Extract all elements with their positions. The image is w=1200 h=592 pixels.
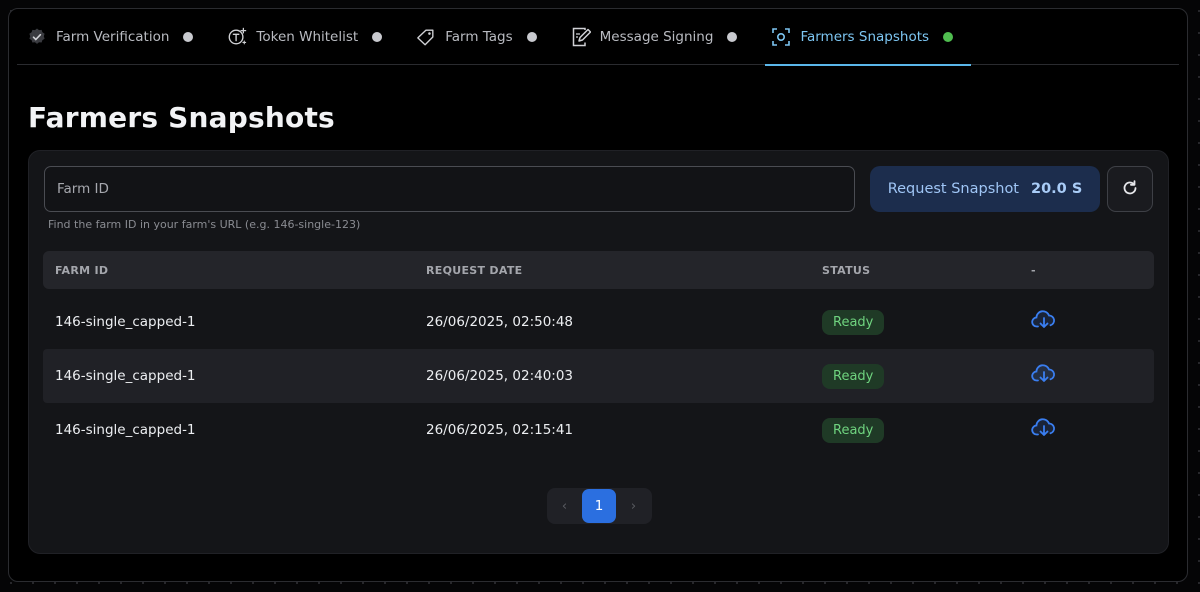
prev-page-button[interactable]: ‹: [547, 488, 582, 524]
status-dot: [526, 31, 537, 42]
tab-farmers-snapshots[interactable]: Farmers Snapshots: [761, 9, 971, 66]
table-row: 146-single_capped-1 26/06/2025, 02:15:41…: [43, 403, 1154, 457]
snapshots-table: FARM ID REQUEST DATE STATUS - 146-single…: [43, 251, 1154, 457]
table-row: 146-single_capped-1 26/06/2025, 02:50:48…: [43, 295, 1154, 349]
tab-token-whitelist[interactable]: Token Whitelist: [217, 9, 392, 65]
page-title: Farmers Snapshots: [28, 101, 335, 134]
status-badge: Ready: [822, 417, 885, 443]
header-status: STATUS: [822, 263, 871, 277]
app-frame: Farm Verification Token Whitelist Farm T…: [8, 8, 1188, 582]
cell-farm-id: 146-single_capped-1: [55, 422, 196, 438]
request-snapshot-label: Request Snapshot: [887, 181, 1019, 197]
refresh-icon: [1121, 179, 1139, 200]
status-dot: [943, 31, 954, 42]
table-row: 146-single_capped-1 26/06/2025, 02:40:03…: [43, 349, 1154, 403]
tab-label: Token Whitelist: [256, 28, 359, 45]
status-dot: [727, 31, 738, 42]
farm-id-input[interactable]: [45, 167, 854, 211]
download-cloud-icon[interactable]: [1031, 417, 1057, 439]
verified-badge-icon: [27, 27, 47, 47]
header-farm-id: FARM ID: [55, 263, 109, 277]
next-page-button[interactable]: ›: [616, 488, 651, 524]
download-cloud-icon[interactable]: [1031, 363, 1057, 385]
tab-label: Farm Tags: [445, 28, 513, 45]
tag-icon: [416, 27, 436, 47]
request-snapshot-button[interactable]: Request Snapshot 20.0 S: [870, 166, 1100, 212]
tab-label: Message Signing: [599, 28, 714, 45]
tab-farm-verification[interactable]: Farm Verification: [17, 9, 203, 65]
status-badge: Ready: [822, 309, 885, 335]
snapshots-card: Find the farm ID in your farm's URL (e.g…: [28, 150, 1169, 554]
status-dot: [183, 31, 194, 42]
cell-request-date: 26/06/2025, 02:40:03: [426, 368, 574, 384]
status-badge: Ready: [822, 363, 885, 389]
token-add-icon: [227, 27, 247, 47]
cell-farm-id: 146-single_capped-1: [55, 314, 196, 330]
cell-farm-id: 146-single_capped-1: [55, 368, 196, 384]
tab-message-signing[interactable]: Message Signing: [561, 9, 748, 65]
pagination: ‹ 1 ›: [547, 488, 652, 524]
status-dot: [372, 31, 383, 42]
tab-label: Farm Verification: [56, 28, 170, 45]
cell-request-date: 26/06/2025, 02:15:41: [426, 422, 574, 438]
download-cloud-icon[interactable]: [1031, 309, 1057, 331]
snapshot-icon: [771, 27, 791, 47]
header-actions: -: [1031, 263, 1036, 277]
tab-bar: Farm Verification Token Whitelist Farm T…: [17, 9, 1179, 66]
tab-farm-tags[interactable]: Farm Tags: [406, 9, 546, 65]
farm-id-hint: Find the farm ID in your farm's URL (e.g…: [48, 218, 361, 231]
request-cost: 20.0 S: [1031, 181, 1083, 197]
refresh-button[interactable]: [1107, 166, 1153, 212]
tab-label: Farmers Snapshots: [800, 28, 930, 45]
cell-request-date: 26/06/2025, 02:50:48: [426, 314, 574, 330]
header-request-date: REQUEST DATE: [426, 263, 523, 277]
page-1-button[interactable]: 1: [582, 489, 616, 523]
table-header: FARM ID REQUEST DATE STATUS -: [43, 251, 1154, 289]
farm-id-field: [44, 166, 855, 212]
signature-icon: [571, 27, 591, 47]
